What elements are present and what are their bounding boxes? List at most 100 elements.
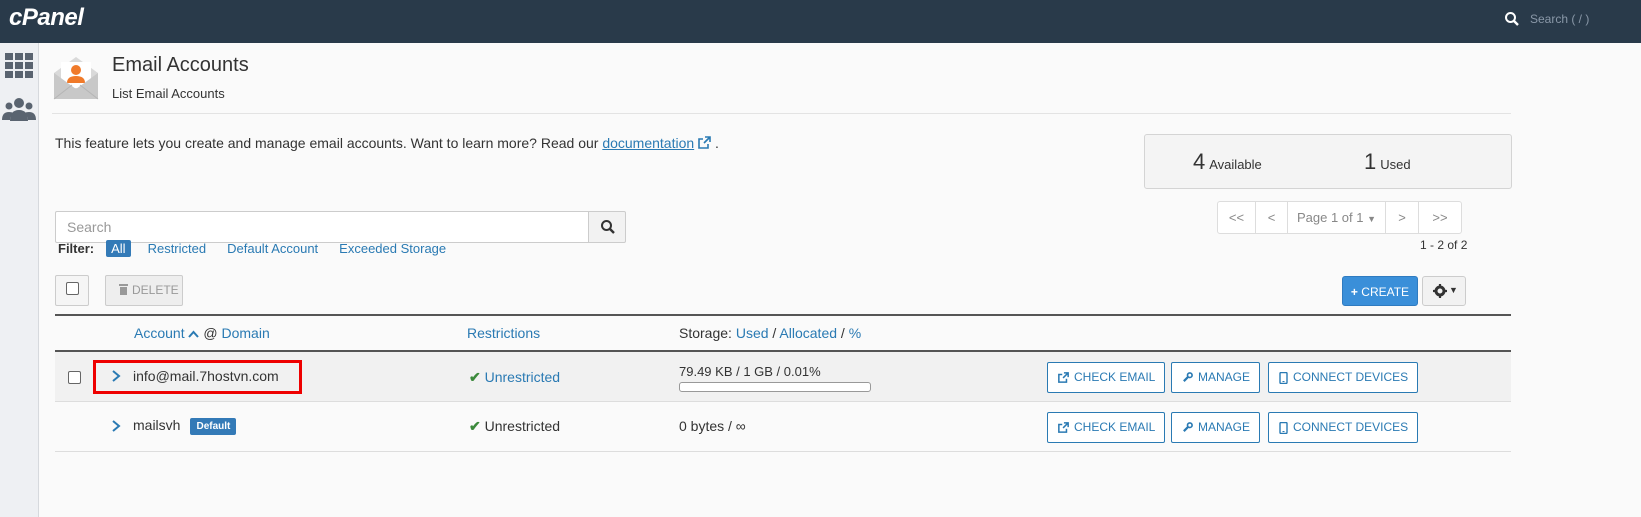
table-row: mailsvh Default ✔ Unrestricted 0 bytes / … bbox=[55, 402, 1511, 452]
intro-sentence: This feature lets you create and manage … bbox=[55, 135, 603, 151]
search-icon bbox=[1505, 12, 1519, 26]
mobile-icon bbox=[1279, 421, 1288, 434]
external-link-icon bbox=[1058, 422, 1069, 433]
sort-percent[interactable]: % bbox=[849, 325, 861, 341]
check-email-label: CHECK EMAIL bbox=[1074, 370, 1156, 384]
users-icon[interactable] bbox=[2, 95, 36, 125]
connect-devices-button[interactable]: CONNECT DEVICES bbox=[1268, 412, 1419, 443]
plus-icon: + bbox=[1350, 285, 1358, 299]
grid-icon[interactable] bbox=[2, 51, 36, 81]
check-icon: ✔ bbox=[469, 369, 481, 385]
create-button[interactable]: + CREATE bbox=[1342, 276, 1418, 306]
divider bbox=[52, 113, 1511, 114]
restriction-status: ✔ Unrestricted bbox=[469, 418, 560, 435]
sort-used[interactable]: Used bbox=[736, 325, 769, 341]
connect-devices-label: CONNECT DEVICES bbox=[1293, 370, 1409, 384]
domain-header[interactable]: Domain bbox=[221, 325, 269, 341]
account-name[interactable]: mailsvh bbox=[133, 417, 180, 433]
delete-button[interactable]: DELETE bbox=[105, 275, 183, 306]
filter-all[interactable]: All bbox=[106, 240, 131, 257]
sort-allocated[interactable]: Allocated bbox=[779, 325, 837, 341]
manage-button[interactable]: MANAGE bbox=[1171, 412, 1261, 443]
global-search[interactable]: Search ( / ) bbox=[1504, 11, 1589, 27]
filter-restricted[interactable]: Restricted bbox=[148, 241, 207, 256]
create-label: CREATE bbox=[1361, 285, 1410, 299]
gear-icon bbox=[1433, 284, 1447, 298]
chevron-right-icon[interactable] bbox=[109, 418, 123, 434]
table-header: Account @ Domain Restrictions Storage: U… bbox=[55, 314, 1511, 352]
main-content: Email Accounts List Email Accounts This … bbox=[39, 43, 1641, 517]
check-email-label: CHECK EMAIL bbox=[1074, 420, 1156, 434]
delete-label: DELETE bbox=[132, 283, 179, 297]
prev-page-button[interactable]: < bbox=[1256, 202, 1288, 233]
restriction-label[interactable]: Unrestricted bbox=[485, 369, 560, 385]
storage-header: Storage: Used / Allocated / % bbox=[679, 325, 862, 341]
filter-default-account[interactable]: Default Account bbox=[227, 241, 318, 256]
search-button[interactable] bbox=[588, 211, 626, 243]
restriction-label: Unrestricted bbox=[484, 418, 561, 434]
caret-down-icon: ▼ bbox=[1449, 285, 1458, 295]
filter-exceeded-storage[interactable]: Exceeded Storage bbox=[339, 241, 446, 256]
sidebar bbox=[0, 43, 39, 517]
documentation-link[interactable]: documentation bbox=[602, 135, 694, 151]
intro-text: This feature lets you create and manage … bbox=[55, 135, 719, 151]
account-header: Account bbox=[134, 325, 185, 341]
settings-dropdown-button[interactable]: ▼ bbox=[1422, 276, 1466, 306]
sort-up-icon bbox=[188, 330, 200, 338]
check-email-button[interactable]: CHECK EMAIL bbox=[1047, 412, 1166, 443]
filter-bar: Filter: All Restricted Default Account E… bbox=[58, 240, 467, 257]
page-title: Email Accounts bbox=[112, 54, 249, 76]
restrictions-header[interactable]: Restrictions bbox=[467, 325, 540, 341]
table-row: info@mail.7hostvn.com ✔ Unrestricted 79.… bbox=[55, 352, 1511, 402]
caret-down-icon: ▼ bbox=[1367, 214, 1377, 224]
cpanel-logo[interactable]: cPanel bbox=[9, 4, 84, 32]
global-search-placeholder: Search ( / ) bbox=[1530, 12, 1590, 26]
accounts-table: Account @ Domain Restrictions Storage: U… bbox=[55, 314, 1511, 452]
storage-usage: 0 bytes / ∞ bbox=[679, 418, 746, 434]
page-subtitle: List Email Accounts bbox=[112, 86, 225, 101]
manage-label: MANAGE bbox=[1198, 370, 1251, 384]
search-input[interactable]: Search bbox=[55, 211, 589, 243]
highlight-box bbox=[93, 360, 302, 394]
sort-account-header[interactable]: Account @ Domain bbox=[134, 325, 270, 341]
filter-label: Filter: bbox=[58, 241, 95, 256]
account-stats: 4 Available 1 Used bbox=[1144, 134, 1512, 189]
available-count: 4 bbox=[1193, 149, 1206, 174]
intro-period: . bbox=[711, 135, 719, 151]
stat-available: 4 Available bbox=[1193, 149, 1262, 175]
connect-devices-label: CONNECT DEVICES bbox=[1293, 420, 1409, 434]
connect-devices-button[interactable]: CONNECT DEVICES bbox=[1268, 362, 1419, 393]
used-label: Used bbox=[1380, 157, 1411, 172]
storage-usage: 79.49 KB / 1 GB / 0.01% bbox=[679, 364, 821, 379]
search-icon bbox=[601, 220, 615, 234]
check-email-button[interactable]: CHECK EMAIL bbox=[1047, 362, 1166, 393]
row-checkbox[interactable] bbox=[68, 371, 81, 384]
pagination: << < Page 1 of 1 ▼ > >> bbox=[1217, 201, 1462, 234]
trash-icon bbox=[119, 284, 128, 295]
page-label: Page 1 of 1 bbox=[1296, 210, 1364, 225]
next-page-button[interactable]: > bbox=[1386, 202, 1419, 233]
restriction-status: ✔ Unrestricted bbox=[469, 369, 560, 386]
used-count: 1 bbox=[1364, 149, 1377, 174]
at-sign: @ bbox=[203, 325, 218, 341]
select-all-checkbox[interactable] bbox=[55, 275, 89, 306]
storage-label: Storage: bbox=[679, 325, 732, 341]
account-name-cell: mailsvh Default bbox=[133, 417, 237, 435]
result-range: 1 - 2 of 2 bbox=[1420, 238, 1468, 252]
manage-label: MANAGE bbox=[1198, 420, 1251, 434]
last-page-button[interactable]: >> bbox=[1419, 202, 1461, 233]
wrench-icon bbox=[1183, 372, 1193, 382]
email-accounts-icon bbox=[53, 57, 99, 100]
wrench-icon bbox=[1183, 422, 1193, 432]
top-bar: cPanel Search ( / ) bbox=[0, 0, 1641, 43]
check-icon: ✔ bbox=[469, 418, 481, 434]
external-link-icon bbox=[698, 136, 711, 149]
available-label: Available bbox=[1209, 157, 1262, 172]
page-select[interactable]: Page 1 of 1 ▼ bbox=[1288, 202, 1386, 233]
first-page-button[interactable]: << bbox=[1218, 202, 1256, 233]
storage-progress-bar bbox=[679, 382, 871, 392]
checkbox[interactable] bbox=[66, 282, 79, 295]
default-badge: Default bbox=[190, 417, 237, 435]
manage-button[interactable]: MANAGE bbox=[1171, 362, 1261, 393]
mobile-icon bbox=[1279, 371, 1288, 384]
